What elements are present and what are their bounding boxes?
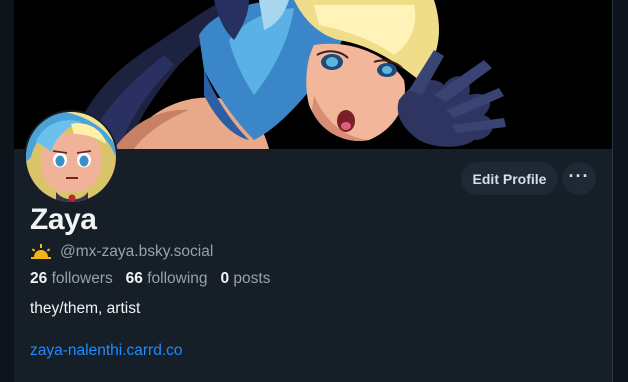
right-gutter — [613, 0, 628, 382]
following-stat[interactable]: 66 following — [126, 270, 208, 287]
sun-icon — [31, 244, 51, 259]
posts-count: 0 — [220, 270, 230, 287]
followers-stat[interactable]: 26 followers — [30, 270, 113, 287]
avatar[interactable] — [26, 112, 116, 202]
avatar-border — [24, 110, 118, 204]
handle[interactable]: @mx-zaya.bsky.social — [60, 243, 213, 261]
following-label: following — [147, 270, 208, 287]
edit-profile-button[interactable]: Edit Profile — [461, 162, 558, 195]
more-options-button[interactable]: ··· — [562, 162, 596, 195]
ellipsis-icon: ··· — [568, 165, 590, 186]
posts-label: posts — [233, 270, 271, 287]
profile-stats: 26 followers 66 following 0 posts — [30, 270, 270, 288]
posts-stat: 0 posts — [220, 270, 270, 287]
handle-row: @mx-zaya.bsky.social — [30, 242, 213, 262]
bio: they/them, artist — [30, 300, 141, 317]
display-name: Zaya — [30, 203, 97, 236]
followers-label: followers — [51, 270, 113, 287]
following-count: 66 — [125, 270, 143, 287]
profile-link[interactable]: zaya-nalenthi.carrd.co — [30, 342, 183, 360]
followers-count: 26 — [30, 270, 48, 287]
profile-page: Edit Profile ··· Zaya @mx-zaya.bsky.soci… — [0, 0, 628, 382]
left-gutter — [0, 0, 14, 382]
